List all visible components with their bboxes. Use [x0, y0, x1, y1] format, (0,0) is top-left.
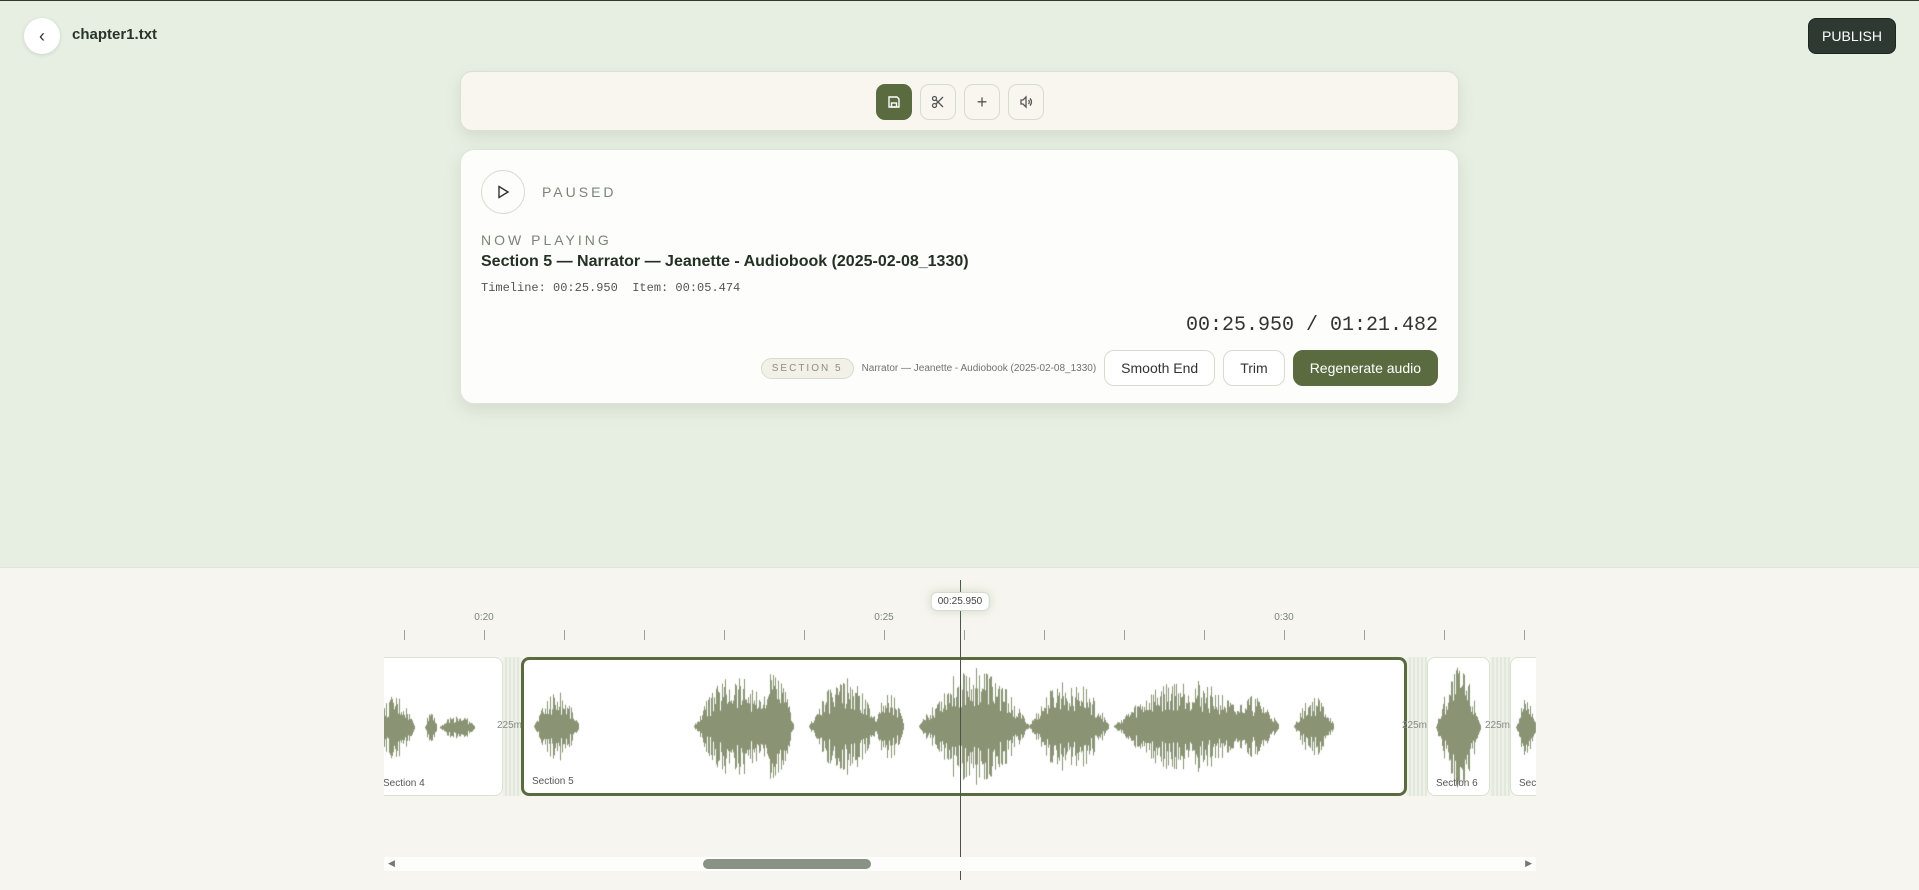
smooth-end-button[interactable]: Smooth End	[1104, 350, 1216, 386]
tick	[484, 630, 485, 640]
play-icon	[498, 185, 510, 199]
regenerate-audio-button[interactable]: Regenerate audio	[1292, 350, 1438, 386]
volume-button[interactable]	[1008, 84, 1044, 120]
playhead-label: 00:25.950	[930, 592, 990, 611]
file-title: chapter1.txt	[72, 26, 158, 43]
playback-state: PAUSED	[542, 184, 617, 200]
toolbar: +	[460, 71, 1459, 131]
waveform	[384, 658, 502, 795]
speaker-icon	[1020, 95, 1033, 109]
waveform	[1511, 658, 1536, 795]
clip-label: Section 4	[384, 778, 425, 789]
clip-label: Sect	[1519, 778, 1536, 789]
scrollbar-thumb[interactable]	[703, 859, 871, 869]
tick	[564, 630, 565, 640]
now-playing-label: NOW PLAYING	[481, 232, 612, 248]
playhead[interactable]	[960, 580, 961, 880]
clip-section-4[interactable]: Section 4	[384, 657, 503, 796]
clip-section-5[interactable]: Section 5	[521, 657, 1407, 796]
save-button[interactable]	[876, 84, 912, 120]
horizontal-scrollbar[interactable]: ◀ ▶	[384, 857, 1536, 871]
waveform	[524, 660, 1404, 793]
plus-icon: +	[976, 91, 988, 112]
section-badge: SECTION 5	[760, 357, 854, 379]
cut-button[interactable]	[920, 84, 956, 120]
tick	[404, 630, 405, 640]
time-display: 00:25.950 / 01:21.482	[1185, 314, 1438, 337]
tick	[724, 630, 725, 640]
play-button[interactable]	[481, 170, 525, 214]
scissors-icon	[931, 95, 944, 109]
publish-button[interactable]: PUBLISH	[1808, 18, 1896, 54]
clip-label: Section 5	[532, 776, 574, 787]
clip-label: Section 6	[1436, 778, 1478, 789]
tick	[1524, 630, 1525, 640]
tick	[644, 630, 645, 640]
tick	[1444, 630, 1445, 640]
track-title: Section 5 — Narrator — Jeanette - Audiob…	[481, 253, 969, 270]
player-card: PAUSED NOW PLAYING Section 5 — Narrator …	[460, 149, 1459, 404]
add-button[interactable]: +	[964, 84, 1000, 120]
save-icon	[888, 96, 900, 108]
scroll-left-icon[interactable]: ◀	[388, 858, 395, 869]
waveform	[1428, 658, 1489, 795]
tick	[804, 630, 805, 640]
tick-label: 0:30	[1274, 612, 1294, 623]
voice-label: Narrator — Jeanette - Audiobook (2025-02…	[861, 362, 1097, 374]
clip-section-7[interactable]: Sect	[1510, 657, 1536, 796]
clip-actions: SECTION 5 Narrator — Jeanette - Audioboo…	[760, 350, 1438, 386]
chevron-left-icon: ‹	[39, 25, 45, 46]
tick-label: 0:25	[874, 612, 894, 623]
back-button[interactable]: ‹	[24, 18, 60, 54]
tick	[884, 630, 885, 640]
tick	[964, 630, 965, 640]
tick	[1364, 630, 1365, 640]
tick	[1124, 630, 1125, 640]
clip-section-6[interactable]: Section 6	[1427, 657, 1490, 796]
scroll-right-icon[interactable]: ▶	[1525, 858, 1532, 869]
tick	[1284, 630, 1285, 640]
tick	[1204, 630, 1205, 640]
timeline-panel: 0:20 0:25 0:30 Section 4 225ms Section 5…	[0, 567, 1919, 890]
tick	[1044, 630, 1045, 640]
trim-button[interactable]: Trim	[1223, 350, 1285, 386]
timeline-meta: Timeline: 00:25.950 Item: 00:05.474	[481, 281, 741, 295]
tick-label: 0:20	[474, 612, 494, 623]
timeline[interactable]: 0:20 0:25 0:30 Section 4 225ms Section 5…	[384, 568, 1536, 888]
